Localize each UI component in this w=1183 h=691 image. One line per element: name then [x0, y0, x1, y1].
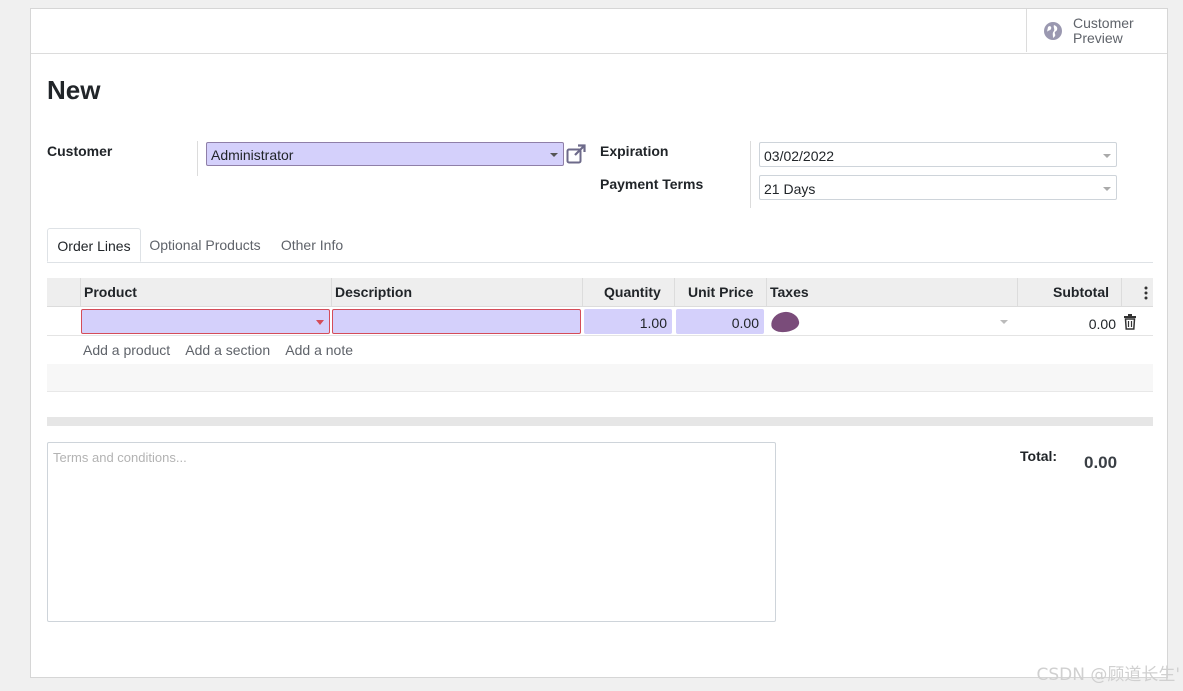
tab-other-info[interactable]: Other Info	[269, 228, 355, 262]
column-header-description[interactable]: Description	[335, 284, 412, 300]
column-divider	[582, 278, 583, 307]
expiration-label: Expiration	[600, 143, 669, 159]
payment-terms-value: 21 Days	[764, 181, 816, 197]
expiration-value: 03/02/2022	[764, 148, 835, 164]
form-sheet: Customer Preview New Customer Administra…	[30, 8, 1168, 678]
order-lines-header: Product Description Quantity Unit Price …	[47, 278, 1153, 307]
status-bar: Customer Preview	[31, 9, 1167, 54]
external-link-icon[interactable]	[566, 144, 586, 164]
empty-rows-band	[47, 364, 1153, 392]
payment-terms-label: Payment Terms	[600, 176, 704, 192]
optional-columns-icon[interactable]	[1143, 286, 1149, 300]
notebook-tabs: Order Lines Optional Products Other Info	[47, 228, 1153, 263]
page-title: New	[47, 75, 101, 105]
tab-order-lines[interactable]: Order Lines	[47, 228, 141, 262]
quantity-input[interactable]: 1.00	[584, 309, 672, 334]
total-value: 0.00	[1084, 453, 1118, 472]
chevron-down-icon[interactable]	[1103, 154, 1111, 158]
column-header-unit-price[interactable]: Unit Price	[688, 284, 753, 300]
column-header-taxes[interactable]: Taxes	[770, 284, 809, 300]
table-footer	[47, 417, 1153, 426]
subtotal-value: 0.00	[1088, 316, 1116, 332]
column-header-quantity[interactable]: Quantity	[604, 284, 661, 300]
add-note-link[interactable]: Add a note	[285, 342, 353, 358]
chevron-down-icon[interactable]	[1103, 187, 1111, 191]
column-divider	[80, 278, 81, 307]
column-divider	[1121, 278, 1122, 307]
chevron-down-icon[interactable]	[1000, 320, 1008, 324]
globe-icon	[1044, 21, 1062, 40]
add-section-link[interactable]: Add a section	[185, 342, 270, 358]
terms-placeholder: Terms and conditions...	[53, 450, 187, 465]
expiration-field[interactable]: 03/02/2022	[759, 142, 1117, 167]
add-line-links: Add a product Add a section Add a note	[83, 342, 365, 358]
field-divider	[197, 141, 198, 176]
chevron-down-icon[interactable]	[550, 153, 558, 157]
column-divider	[1017, 278, 1018, 307]
terms-textarea[interactable]: Terms and conditions...	[47, 442, 776, 622]
column-header-product[interactable]: Product	[84, 284, 137, 300]
product-input[interactable]	[81, 309, 330, 334]
description-input[interactable]	[332, 309, 581, 334]
customer-value: Administrator	[211, 147, 294, 163]
customer-preview-button[interactable]: Customer Preview	[1026, 9, 1167, 52]
chevron-down-icon[interactable]	[316, 320, 324, 325]
total-label: Total:	[1020, 448, 1058, 464]
tax-tag[interactable]	[769, 310, 801, 334]
column-divider	[674, 278, 675, 307]
tab-label: Optional Products	[149, 237, 261, 253]
tab-optional-products[interactable]: Optional Products	[141, 228, 269, 262]
column-divider	[331, 278, 332, 307]
field-divider	[750, 141, 751, 208]
customer-field[interactable]: Administrator	[206, 142, 564, 166]
customer-preview-label: Customer Preview	[1073, 14, 1134, 46]
watermark: CSDN @顾道长生'	[1036, 665, 1180, 685]
tab-label: Order Lines	[57, 238, 131, 254]
customer-label: Customer	[47, 143, 113, 159]
row-divider	[47, 335, 1153, 336]
trash-icon[interactable]	[1123, 314, 1137, 330]
payment-terms-field[interactable]: 21 Days	[759, 175, 1117, 200]
unit-price-input[interactable]: 0.00	[676, 309, 764, 334]
column-divider	[766, 278, 767, 307]
column-header-subtotal[interactable]: Subtotal	[1053, 284, 1109, 300]
add-product-link[interactable]: Add a product	[83, 342, 170, 358]
tab-label: Other Info	[280, 237, 344, 253]
